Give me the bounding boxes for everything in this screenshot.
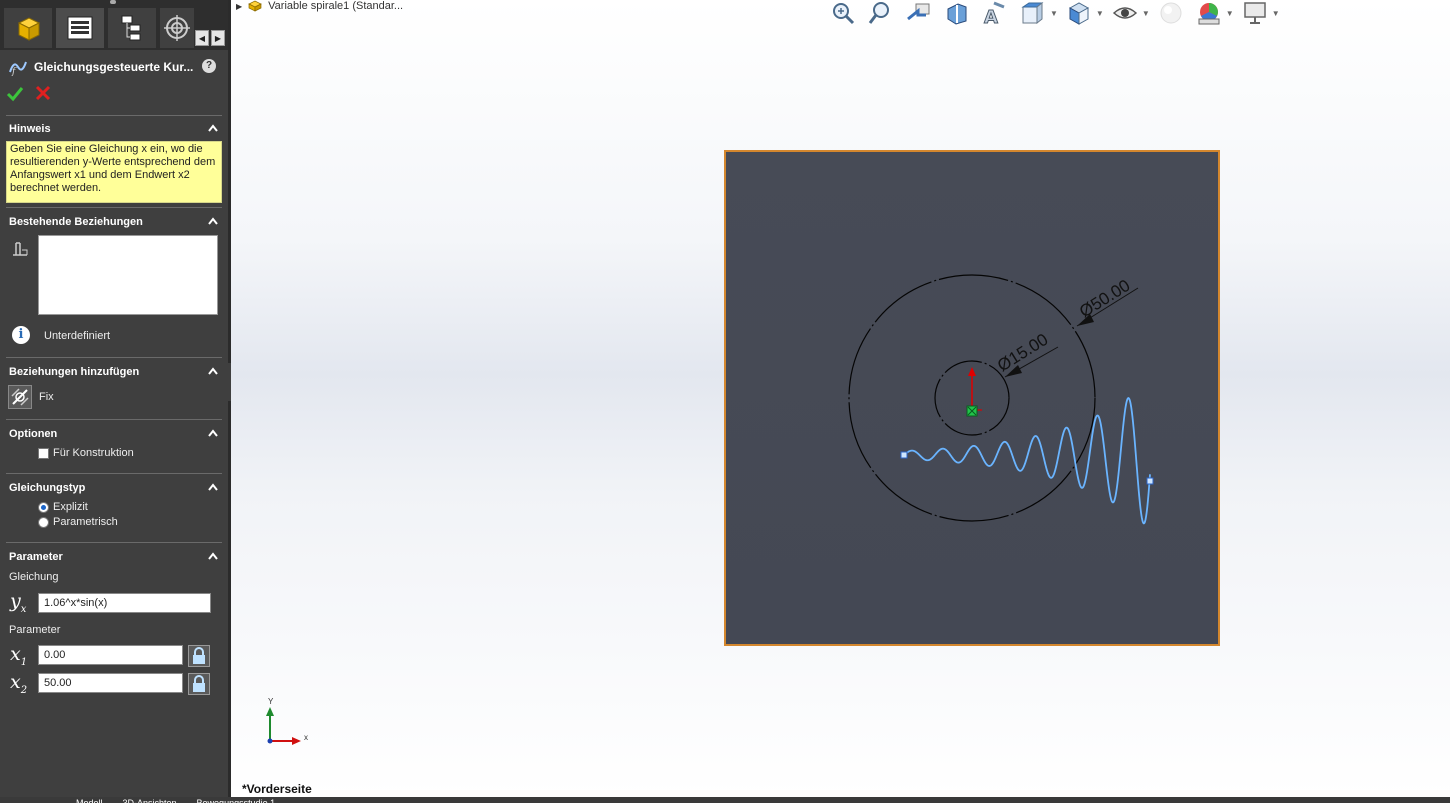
bottom-tabs: Modell 3D-Ansichten Bewegungsstudie 1 — [0, 797, 281, 803]
sketch-canvas: Ø50.00 Ø15.00 — [266, 150, 1220, 745]
tab-model[interactable]: Modell — [70, 797, 109, 803]
triad-x-label: x — [304, 733, 308, 742]
curve-start-point[interactable] — [900, 451, 908, 459]
curve-end-point[interactable] — [1146, 477, 1154, 485]
tab-3d-views[interactable]: 3D-Ansichten — [117, 797, 183, 803]
tab-motion-study[interactable]: Bewegungsstudie 1 — [191, 797, 282, 803]
reference-triad — [266, 707, 301, 745]
triad-y-label: Y — [268, 697, 274, 706]
view-orientation-name: *Vorderseite — [242, 782, 312, 796]
